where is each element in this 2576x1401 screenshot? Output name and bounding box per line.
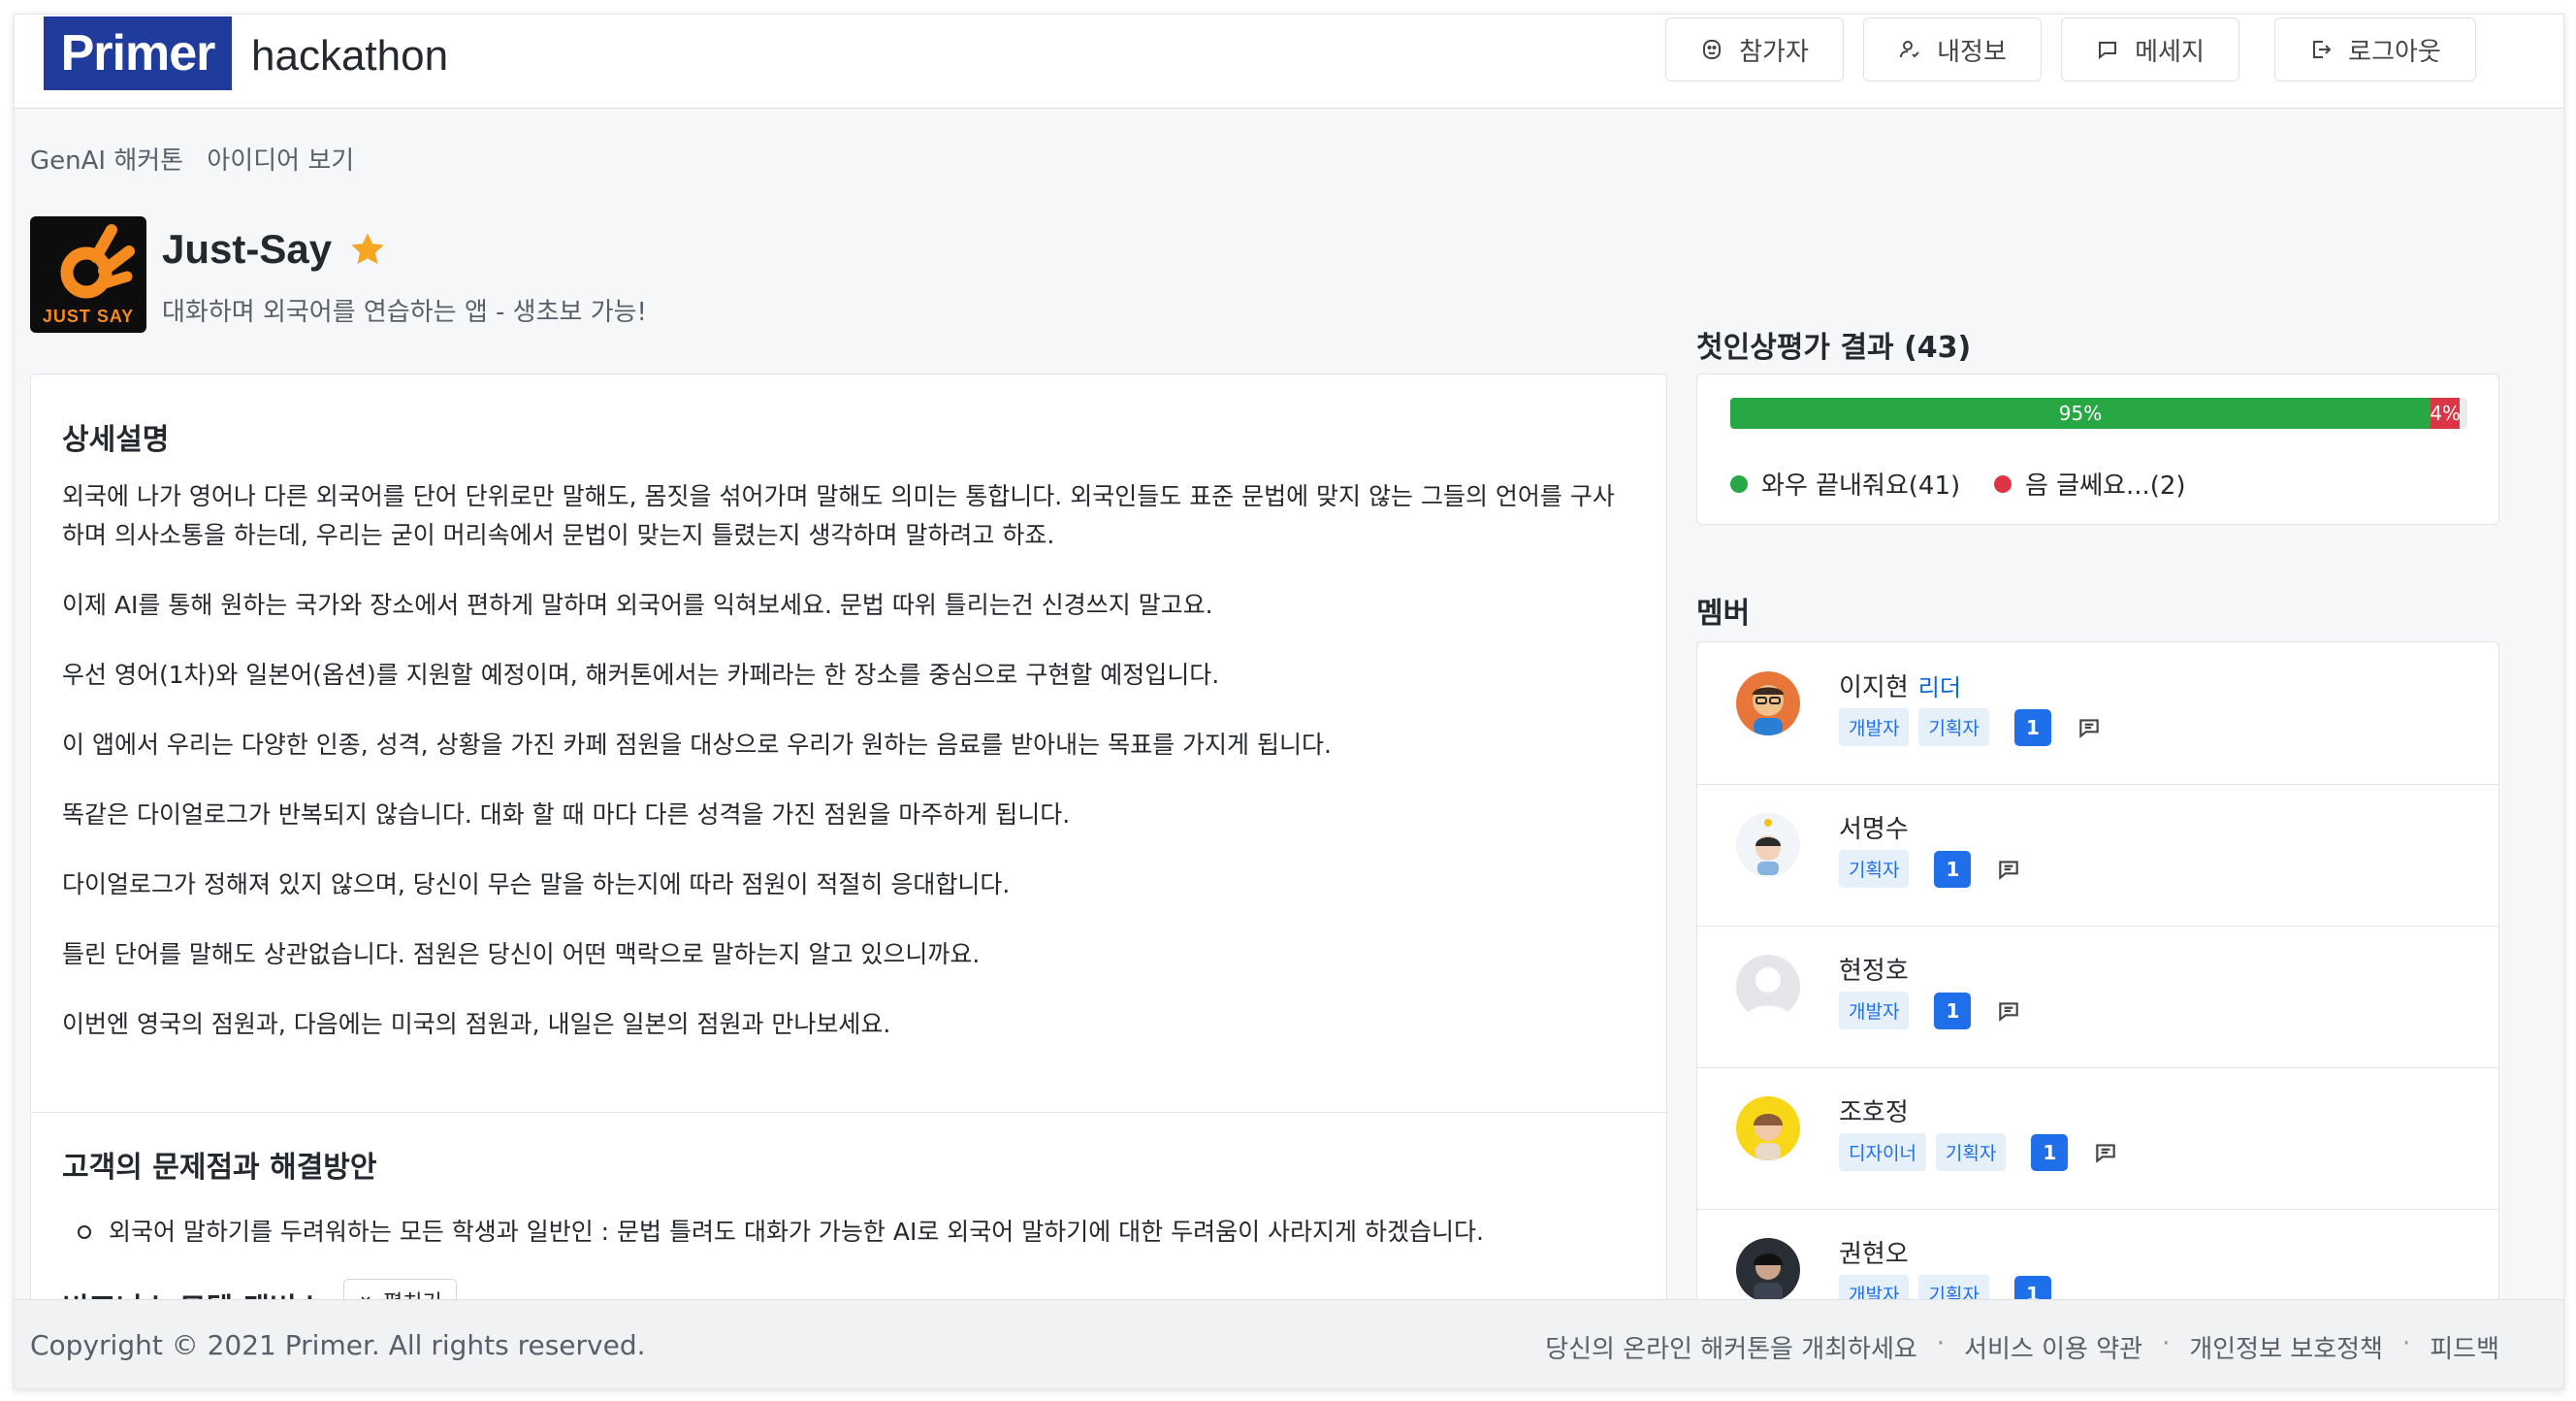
- detail-paragraph: 우선 영어(1차)와 일본어(옵션)를 지원할 예정이며, 해커톤에서는 카페라…: [62, 661, 1220, 689]
- detail-card: 상세설명 외국에 나가 영어나 다른 외국어를 단어 단위로만 말해도, 몸짓을…: [30, 374, 1667, 1388]
- breadcrumb: GenAI 해커톤 아이디어 보기: [30, 141, 354, 177]
- person-icon: [1900, 41, 1919, 58]
- top-header: Primer hackathon 참가자 내정보 메세지 로그아웃: [15, 15, 2563, 109]
- chat-icon[interactable]: [1996, 857, 2021, 882]
- evaluation-bar: 95% 4%: [1730, 398, 2467, 429]
- my-info-label: 내정보: [1937, 37, 2007, 67]
- member-name: 권현오: [1839, 1240, 1909, 1269]
- participants-button[interactable]: 참가자: [1665, 17, 1844, 81]
- footer-link-terms[interactable]: 서비스 이용 약관: [1964, 1329, 2142, 1365]
- avatar: [1736, 955, 1800, 1019]
- detail-paragraph: 이제 AI를 통해 원하는 국가와 장소에서 편하게 말하며 외국어를 익혀보세…: [62, 591, 1213, 619]
- member-name: 서명수: [1839, 815, 1909, 844]
- member-tags: 개발자 1: [1839, 992, 2021, 1029]
- project-title: Just-Say: [162, 226, 333, 272]
- member-name: 이지현 리더: [1839, 673, 1961, 702]
- chat-icon[interactable]: [1996, 998, 2021, 1024]
- member-tags: 개발자 기획자 1: [1839, 708, 2102, 746]
- detail-paragraph: 똑같은 다이얼로그가 반복되지 않습니다. 대화 할 때 마다 다른 성격을 가…: [62, 800, 1071, 829]
- detail-paragraph: 외국에 나가 영어나 다른 외국어를 단어 단위로만 말해도, 몸짓을 섞어가며…: [62, 482, 1615, 549]
- footer-link-feedback[interactable]: 피드백: [2430, 1329, 2499, 1365]
- detail-paragraph: 다이얼로그가 정해져 있지 않으며, 당신이 무슨 말을 하는지에 따라 점원이…: [62, 870, 1011, 898]
- role-tag: 디자이너: [1839, 1133, 1926, 1171]
- avatar: [1736, 1096, 1800, 1160]
- problem-bullet-text: 외국어 말하기를 두려워하는 모든 학생과 일반인 : 문법 틀려도 대화가 가…: [109, 1218, 1484, 1246]
- count-badge: 1: [2013, 708, 2051, 746]
- logout-button[interactable]: 로그아웃: [2274, 17, 2476, 81]
- role-tag: 개발자: [1839, 992, 1910, 1029]
- logout-label: 로그아웃: [2348, 37, 2441, 67]
- chat-icon[interactable]: [2093, 1140, 2118, 1165]
- legend-bad: 음 글쎄요...(2): [1994, 466, 2186, 502]
- bar-bad-segment: 4%: [2430, 398, 2461, 429]
- count-badge: 1: [2031, 1133, 2069, 1171]
- project-logo: JUST SAY: [30, 216, 146, 333]
- avatar: [1736, 671, 1800, 735]
- member-name: 현정호: [1839, 957, 1909, 986]
- project-subtitle: 대화하며 외국어를 연습하는 앱 - 생초보 가능!: [162, 298, 647, 327]
- evaluation-title: 첫인상평가 결과 (43): [1696, 331, 1972, 365]
- footer-links: 당신의 온라인 해커톤을 개최하세요 · 서비스 이용 약관 · 개인정보 보호…: [1545, 1329, 2499, 1365]
- footer-link-privacy[interactable]: 개인정보 보호정책: [2189, 1329, 2383, 1365]
- participants-label: 참가자: [1739, 37, 1809, 67]
- member-tags: 디자이너 기획자 1: [1839, 1133, 2118, 1171]
- primer-logo[interactable]: Primer: [44, 16, 232, 90]
- avatar: [1736, 813, 1800, 877]
- chat-icon: [2099, 42, 2117, 60]
- detail-paragraph: 이번엔 영국의 점원과, 다음에는 미국의 점원과, 내일은 일본의 점원과 만…: [62, 1010, 891, 1038]
- legend-bad-label: 음 글쎄요...(2): [2025, 472, 2186, 501]
- count-badge: 1: [1934, 992, 1972, 1029]
- separator-dot: ·: [2162, 1329, 2171, 1358]
- messages-button[interactable]: 메세지: [2061, 17, 2239, 81]
- red-dot-icon: [1994, 474, 2012, 493]
- messages-label: 메세지: [2135, 37, 2205, 67]
- role-tag: 기획자: [1935, 1133, 2007, 1171]
- problem-title: 고객의 문제점과 해결방안: [62, 1151, 377, 1185]
- footer: Copyright © 2021 Primer. All rights rese…: [15, 1299, 2563, 1388]
- logout-icon: [2313, 41, 2332, 58]
- problem-bullet: 외국어 말하기를 두려워하는 모든 학생과 일반인 : 문법 틀려도 대화가 가…: [78, 1213, 1484, 1248]
- detail-paragraph: 틀린 단어를 말해도 상관없습니다. 점원은 당신이 어떤 맥락으로 말하는지 …: [62, 940, 981, 968]
- member-tags: 기획자 1: [1839, 850, 2021, 888]
- footer-link-host[interactable]: 당신의 온라인 해커톤을 개최하세요: [1545, 1329, 1917, 1365]
- separator-dot: ·: [1936, 1329, 1946, 1358]
- role-tag: 기획자: [1839, 850, 1910, 888]
- member-name: 조호정: [1839, 1098, 1909, 1127]
- breadcrumb-current: 아이디어 보기: [207, 147, 355, 176]
- count-badge: 1: [1934, 850, 1972, 888]
- member-row[interactable]: 이지현 리더 개발자 기획자 1: [1697, 642, 2498, 785]
- detail-title: 상세설명: [62, 423, 170, 457]
- evaluation-card: 95% 4% 와우 끝내줘요(41) 음 글쎄요...(2): [1696, 374, 2499, 525]
- legend-good: 와우 끝내줘요(41): [1730, 466, 1960, 502]
- detail-paragraph: 이 앱에서 우리는 다양한 인종, 성격, 상황을 가진 카페 점원을 대상으로…: [62, 731, 1332, 759]
- role-tag: 기획자: [1918, 708, 1989, 746]
- app-window: Primer hackathon 참가자 내정보 메세지 로그아웃 GenAI …: [14, 14, 2564, 1389]
- avatar: [1736, 1238, 1800, 1302]
- legend-good-label: 와우 끝내줘요(41): [1761, 472, 1961, 501]
- role-tag: 개발자: [1839, 708, 1910, 746]
- smile-icon: [1703, 40, 1722, 59]
- copyright: Copyright © 2021 Primer. All rights rese…: [30, 1329, 646, 1361]
- my-info-button[interactable]: 내정보: [1863, 17, 2042, 81]
- members-title: 멤버: [1696, 597, 1751, 631]
- project-logo-text: JUST SAY: [42, 307, 135, 326]
- logo-subtitle: hackathon: [251, 32, 449, 80]
- section-divider: [31, 1112, 1666, 1113]
- member-row[interactable]: 현정호 개발자 1: [1697, 926, 2498, 1068]
- breadcrumb-hackathon[interactable]: GenAI 해커톤: [30, 147, 183, 176]
- member-row[interactable]: 조호정 디자이너 기획자 1: [1697, 1067, 2498, 1210]
- member-row[interactable]: 서명수 기획자 1: [1697, 784, 2498, 927]
- leader-badge: 리더: [1917, 674, 1961, 701]
- bar-good-segment: 95%: [1730, 398, 2431, 429]
- green-dot-icon: [1730, 474, 1748, 493]
- chat-icon[interactable]: [2077, 715, 2102, 740]
- members-card: 이지현 리더 개발자 기획자 1 서명수 기획자 1 현정호 개발자 1 조호정…: [1696, 641, 2499, 1388]
- separator-dot: ·: [2401, 1329, 2411, 1358]
- star-icon[interactable]: [348, 230, 387, 269]
